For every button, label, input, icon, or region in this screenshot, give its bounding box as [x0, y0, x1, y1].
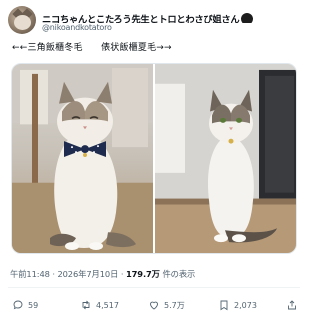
- meta-separator: ·: [120, 269, 124, 279]
- views-count[interactable]: 179.7万: [126, 269, 160, 279]
- share-icon: [288, 300, 296, 310]
- retweet-button[interactable]: 4,517: [80, 297, 119, 313]
- like-count: 5.7万: [164, 300, 185, 310]
- bookmark-icon: [220, 300, 228, 311]
- photo-summer-coat[interactable]: [155, 64, 296, 253]
- bookmark-button[interactable]: 2,073: [218, 297, 257, 313]
- retweet-count: 4,517: [96, 300, 119, 310]
- bookmark-count: 2,073: [234, 300, 257, 310]
- author-name-line[interactable]: ニコちゃんとこたろう先生とトロとわさび姐さん: [42, 8, 304, 23]
- author-handle[interactable]: @nikoandkotatoro: [42, 23, 112, 32]
- tweet-date[interactable]: 2026年7月10日: [57, 269, 118, 279]
- reply-button[interactable]: 59: [12, 297, 38, 313]
- meta-separator: ·: [52, 269, 55, 279]
- tweet-meta: 午前11:48 · 2026年7月10日 · 179.7万 件の表示: [10, 268, 195, 280]
- retweet-icon: [82, 300, 90, 310]
- reply-icon: [13, 300, 23, 310]
- views-label: 件の表示: [162, 269, 196, 279]
- photo-winter-coat[interactable]: [12, 64, 153, 253]
- tweet-header: ニコちゃんとこたろう先生とトロとわさび姐さん @nikoandkotatoro: [8, 6, 304, 36]
- avatar[interactable]: [8, 6, 36, 34]
- display-name[interactable]: ニコちゃんとこたろう先生とトロとわさび姐さん: [42, 15, 240, 24]
- tweet-text: ←←三角飯櫃冬毛 俵状飯櫃夏毛→→: [12, 43, 172, 53]
- reply-count: 59: [28, 300, 39, 310]
- cat-illustration: [155, 64, 296, 253]
- divider: [8, 287, 300, 288]
- heart-icon: [150, 301, 158, 310]
- media-grid: [11, 63, 297, 254]
- avatar-face: [14, 15, 31, 30]
- tweet-time[interactable]: 午前11:48: [10, 269, 50, 279]
- cat-illustration: [12, 64, 153, 253]
- like-button[interactable]: 5.7万: [148, 297, 185, 313]
- account-badge-icon: [241, 12, 254, 23]
- action-bar: 59 4,517 5.7万 2,073: [10, 297, 300, 313]
- share-button[interactable]: [286, 297, 298, 313]
